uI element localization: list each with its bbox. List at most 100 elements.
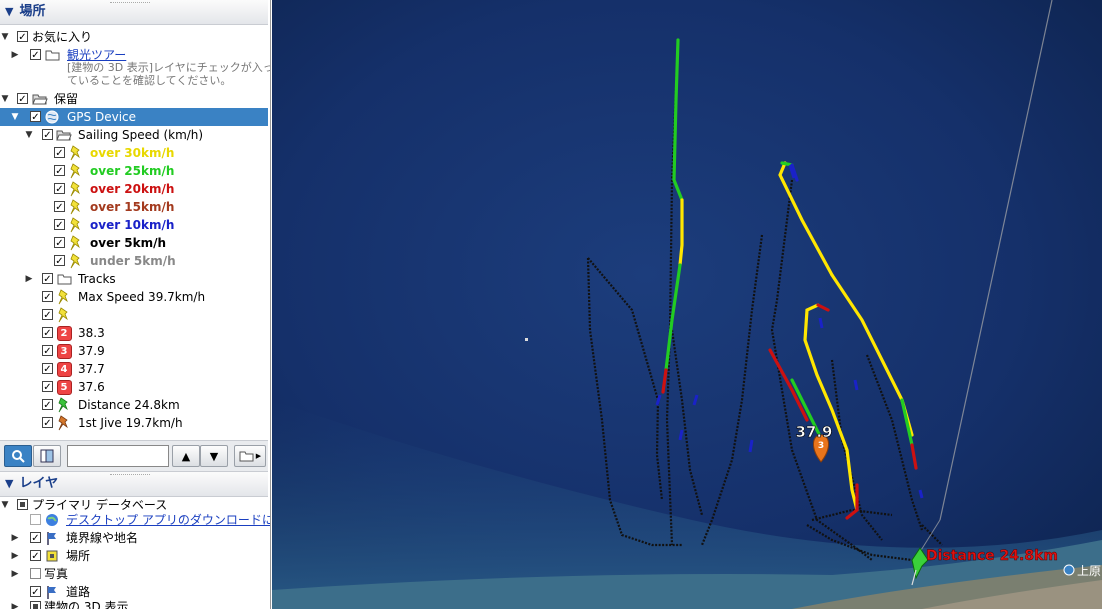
- checkbox[interactable]: ✓: [42, 417, 53, 429]
- expand-down-icon[interactable]: ▼: [24, 126, 34, 144]
- speed-band-item[interactable]: ✓ over 15km/h: [0, 198, 268, 216]
- expand-right-icon[interactable]: ▶: [10, 547, 20, 565]
- layers-panel-header[interactable]: ▼ レイヤ: [0, 472, 268, 497]
- yellow-pushpin-icon: [68, 145, 84, 161]
- search-input[interactable]: [67, 445, 169, 467]
- map-view[interactable]: 3 37.9 Distance 24.8km 上原: [272, 0, 1102, 609]
- checkbox-partial[interactable]: [30, 601, 41, 609]
- expand-right-icon[interactable]: ▶: [10, 565, 20, 583]
- search-icon: [12, 450, 25, 463]
- speed-band-item[interactable]: ✓ over 10km/h: [0, 216, 268, 234]
- checkbox[interactable]: ✓: [42, 273, 53, 285]
- tree-item-first-jive[interactable]: ✓ 1st Jive 19.7km/h: [0, 414, 268, 432]
- checkbox[interactable]: [30, 514, 41, 525]
- checkbox[interactable]: ✓: [42, 327, 53, 339]
- ranked-speed-item[interactable]: ✓ 4 37.7: [0, 360, 268, 378]
- layer-photos[interactable]: ▶ 写真: [0, 565, 268, 583]
- expand-right-icon[interactable]: ▶: [24, 270, 34, 288]
- speed-band-label: over 25km/h: [90, 164, 175, 178]
- tree-item-max-speed[interactable]: ✓ Max Speed 39.7km/h: [0, 288, 268, 306]
- checkbox[interactable]: ✓: [54, 255, 65, 267]
- expand-right-icon[interactable]: ▶: [10, 598, 20, 609]
- layer-desktop-link[interactable]: デスクトップ アプリのダウンロードに関する: [0, 511, 270, 529]
- down-arrow-icon: ▼: [209, 449, 219, 463]
- rank-number: 5: [56, 379, 72, 395]
- speed-band-label: over 30km/h: [90, 146, 175, 160]
- checkbox[interactable]: ✓: [54, 165, 65, 177]
- checkbox[interactable]: ✓: [54, 183, 65, 195]
- tree-label: 保留: [54, 92, 79, 106]
- checkbox[interactable]: ✓: [42, 291, 53, 303]
- speed-band-item[interactable]: ✓ over 25km/h: [0, 162, 268, 180]
- checkbox[interactable]: ✓: [54, 219, 65, 231]
- folder-menu-button[interactable]: ▶: [234, 445, 266, 467]
- move-down-button[interactable]: ▼: [200, 445, 228, 467]
- checkbox-partial[interactable]: [17, 499, 28, 510]
- checkbox[interactable]: ✓: [42, 399, 53, 411]
- tree-item-favorites[interactable]: ▼ ✓ お気に入り: [0, 28, 268, 46]
- checkbox[interactable]: ✓: [42, 345, 53, 357]
- checkbox[interactable]: ✓: [17, 93, 28, 105]
- checkbox[interactable]: ✓: [30, 532, 41, 544]
- ranked-speed-item[interactable]: ✓ 3 37.9: [0, 342, 268, 360]
- tree-item-gps-device[interactable]: ▼ ✓ GPS Device: [0, 108, 268, 126]
- checkbox[interactable]: ✓: [54, 201, 65, 213]
- expand-down-icon[interactable]: ▼: [0, 28, 10, 46]
- layer-borders[interactable]: ▶ ✓ 境界線や地名: [0, 529, 268, 547]
- tree-item-unnamed-pin[interactable]: ✓: [0, 306, 268, 324]
- checkbox[interactable]: ✓: [30, 550, 41, 562]
- number-badge-icon: 5: [56, 379, 72, 395]
- layer-buildings[interactable]: ▶ 建物の 3D 表示: [0, 598, 268, 609]
- speed-band-item[interactable]: ✓ under 5km/h: [0, 252, 268, 270]
- speed-band-item[interactable]: ✓ over 20km/h: [0, 180, 268, 198]
- checkbox[interactable]: ✓: [54, 147, 65, 159]
- checkbox[interactable]: ✓: [42, 129, 53, 141]
- note-line-2: ていることを確認してください。: [67, 74, 232, 87]
- checkbox[interactable]: ✓: [42, 363, 53, 375]
- panel-grip[interactable]: [110, 474, 150, 477]
- view-toggle-button[interactable]: [33, 445, 61, 467]
- checkbox[interactable]: ✓: [42, 381, 53, 393]
- tree-item-distance[interactable]: ✓ Distance 24.8km: [0, 396, 268, 414]
- tree-label: 37.9: [78, 344, 105, 358]
- checkbox[interactable]: ✓: [42, 309, 53, 321]
- layer-places[interactable]: ▶ ✓ 場所: [0, 547, 268, 565]
- tree-item-temporary[interactable]: ▼ ✓ 保留: [0, 90, 268, 108]
- checkbox[interactable]: [30, 568, 41, 579]
- tree-label: Max Speed 39.7km/h: [78, 290, 206, 304]
- number-badge-icon: 2: [56, 325, 72, 341]
- expand-down-icon[interactable]: ▼: [0, 90, 10, 108]
- desktop-download-link[interactable]: デスクトップ アプリのダウンロードに関する: [66, 511, 270, 529]
- collapse-icon[interactable]: ▼: [5, 472, 13, 496]
- yellow-pushpin-icon: [56, 307, 72, 323]
- ranked-speed-item[interactable]: ✓ 5 37.6: [0, 378, 268, 396]
- checkbox[interactable]: ✓: [17, 31, 28, 43]
- yellow-pushpin-icon: [56, 289, 72, 305]
- rank-number: 4: [56, 361, 72, 377]
- up-arrow-icon: ▲: [181, 449, 191, 463]
- checkbox[interactable]: ✓: [30, 111, 41, 123]
- checkbox[interactable]: ✓: [30, 586, 41, 598]
- move-up-button[interactable]: ▲: [172, 445, 200, 467]
- checkbox[interactable]: ✓: [54, 237, 65, 249]
- speed-band-item[interactable]: ✓ over 30km/h: [0, 144, 268, 162]
- speed-band-item[interactable]: ✓ over 5km/h: [0, 234, 268, 252]
- places-panel-header[interactable]: ▼ 場所: [0, 0, 268, 25]
- expand-right-icon[interactable]: ▶: [10, 529, 20, 547]
- tree-label: 37.6: [78, 380, 105, 394]
- panel-grip[interactable]: [110, 2, 150, 5]
- yellow-pushpin-icon: [68, 199, 84, 215]
- ranked-speed-item[interactable]: ✓ 2 38.3: [0, 324, 268, 342]
- map-label-37-9: 37.9: [795, 423, 832, 441]
- flag-icon: [44, 530, 60, 546]
- map-canvas[interactable]: 3 37.9 Distance 24.8km 上原: [272, 0, 1102, 609]
- expand-down-icon[interactable]: ▼: [10, 108, 20, 126]
- yellow-pushpin-icon: [68, 163, 84, 179]
- search-button[interactable]: [4, 445, 32, 467]
- places-panel-title: 場所: [19, 4, 46, 19]
- tree-item-tracks[interactable]: ▶ ✓ Tracks: [0, 270, 268, 288]
- collapse-icon[interactable]: ▼: [5, 0, 13, 24]
- tree-item-sailing-speed[interactable]: ▼ ✓ Sailing Speed (km/h): [0, 126, 268, 144]
- checkbox[interactable]: ✓: [30, 49, 41, 61]
- speed-band-label: over 5km/h: [90, 236, 167, 250]
